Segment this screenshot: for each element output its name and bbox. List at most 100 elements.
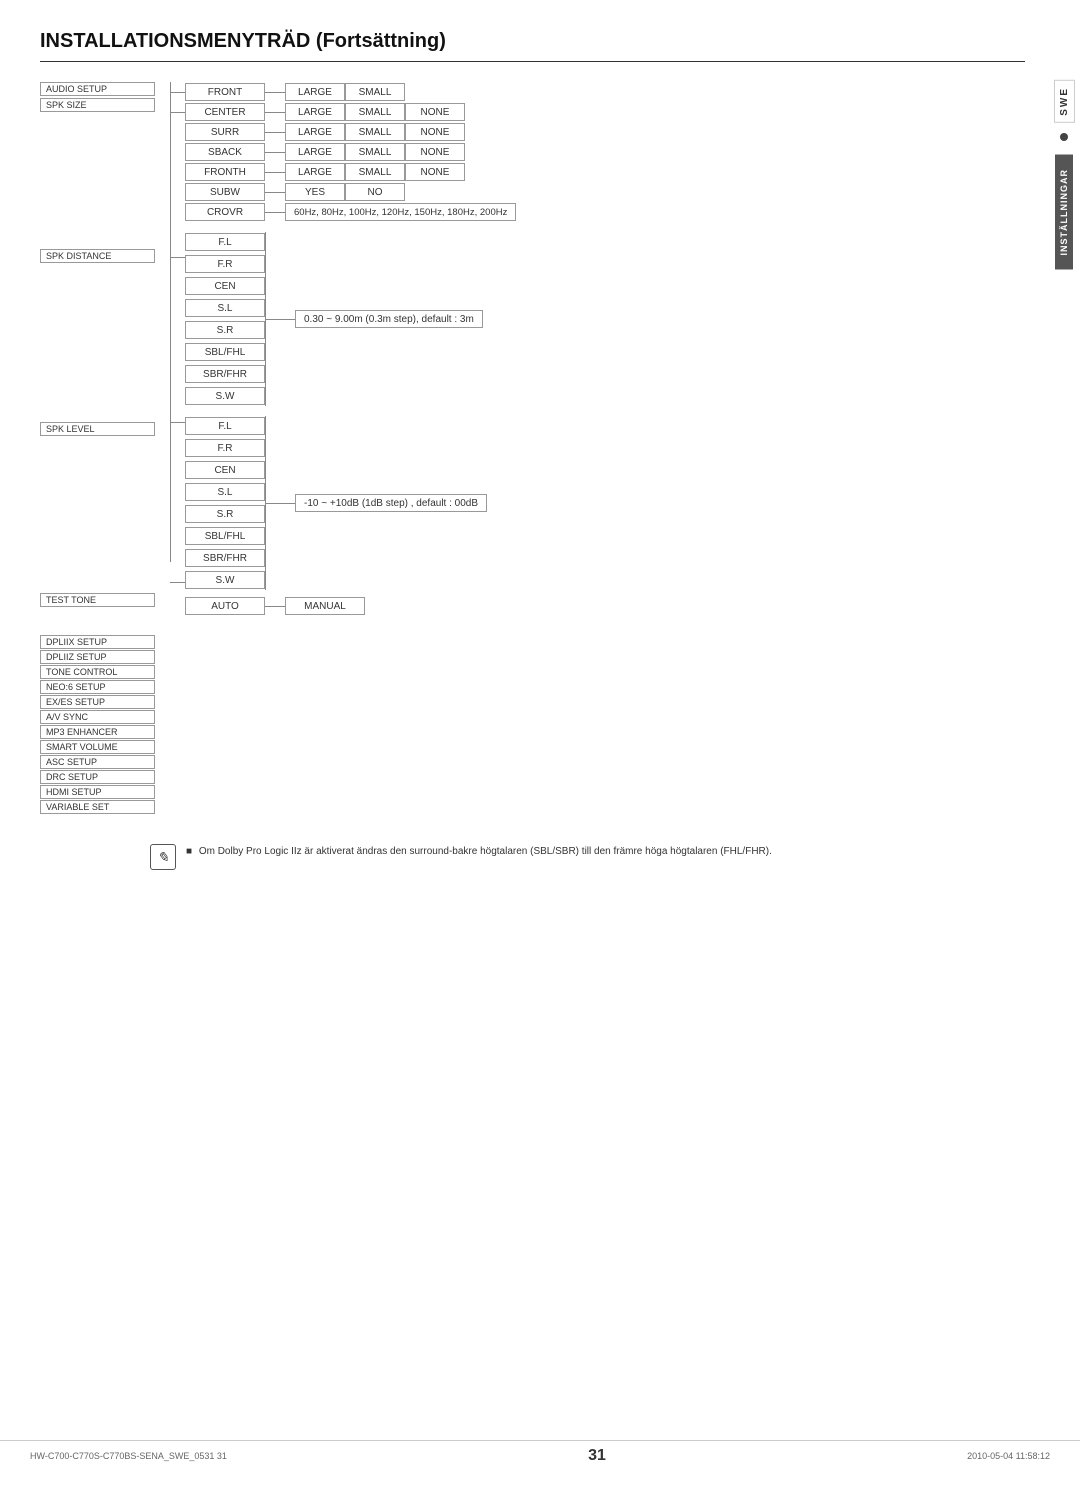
front-box: FRONT — [185, 83, 265, 101]
test-tone-label: TEST TONE — [40, 593, 155, 607]
level-sblfhl: SBL/FHL — [185, 527, 265, 545]
level-sl-row: S.L — [185, 482, 265, 502]
spk-distance-label: SPK DISTANCE — [40, 249, 155, 263]
level-sr: S.R — [185, 505, 265, 523]
sback-large: LARGE — [285, 143, 345, 161]
dist-connector — [265, 232, 295, 406]
front-large: LARGE — [285, 83, 345, 101]
spk-level-spacer — [40, 438, 155, 593]
audio-setup-label: AUDIO SETUP — [40, 82, 155, 96]
level-sr-row: S.R — [185, 504, 265, 524]
level-fl: F.L — [185, 417, 265, 435]
level-cen: CEN — [185, 461, 265, 479]
spk-size-spacer — [40, 114, 155, 249]
spk-size-label: SPK SIZE — [40, 98, 155, 112]
hdmi-label: HDMI SETUP — [40, 785, 155, 799]
dist-fr-row: F.R — [185, 254, 265, 274]
test-tone-spacer — [40, 609, 155, 631]
level-fr: F.R — [185, 439, 265, 457]
front-line1 — [265, 92, 285, 93]
front-small: SMALL — [345, 83, 405, 101]
dist-sl: S.L — [185, 299, 265, 317]
sback-line1 — [265, 152, 285, 153]
page-content: SWE INSTÄLLNINGAR INSTALLATIONSMENYTRÄD … — [0, 0, 1080, 1485]
tt-auto: AUTO — [185, 597, 265, 615]
level-connector — [265, 416, 295, 590]
footer-right: 2010-05-04 11:58:12 — [967, 1451, 1050, 1461]
dpliiz-label: DPLIIZ SETUP — [40, 650, 155, 664]
subw-row: SUBW YES NO — [185, 182, 1025, 202]
dist-range-wrap: 0.30 ~ 9.00m (0.3m step), default : 3m — [295, 232, 483, 406]
variable-set-label: VARIABLE SET — [40, 800, 155, 814]
pencil-symbol: ✎ — [157, 849, 169, 866]
subw-line1 — [265, 192, 285, 193]
dist-cen-row: CEN — [185, 276, 265, 296]
spk-distance-section: F.L F.R CEN S.L S.R — [185, 232, 1025, 406]
spk-level-inner: F.L F.R CEN S.L S.R — [185, 416, 1025, 590]
dist-sw: S.W — [185, 387, 265, 405]
dist-sblfhl: SBL/FHL — [185, 343, 265, 361]
level-sw-row: S.W — [185, 570, 265, 590]
dist-fl: F.L — [185, 233, 265, 251]
tone-control-label: TONE CONTROL — [40, 665, 155, 679]
crovr-options: 60Hz, 80Hz, 100Hz, 120Hz, 150Hz, 180Hz, … — [285, 203, 516, 221]
fronth-small: SMALL — [345, 163, 405, 181]
level-range: -10 ~ +10dB (1dB step) , default : 00dB — [295, 494, 487, 512]
smart-volume-label: SMART VOLUME — [40, 740, 155, 754]
test-tone-section: AUTO MANUAL — [185, 596, 1025, 616]
h-audio — [170, 92, 185, 93]
bottom-labels: DPLIIX SETUP DPLIIZ SETUP TONE CONTROL N… — [40, 635, 155, 814]
diagram-area: AUDIO SETUP SPK SIZE SPK DISTANCE SPK LE… — [40, 82, 1025, 814]
spk-level-sub-items: F.L F.R CEN S.L S.R — [185, 416, 265, 590]
dist-cen: CEN — [185, 277, 265, 295]
spk-size-section: FRONT LARGE SMALL CENTER LARGE SMALL NON… — [185, 82, 1025, 222]
level-range-wrap: -10 ~ +10dB (1dB step) , default : 00dB — [295, 416, 487, 590]
spk-distance-label-wrap: SPK DISTANCE — [40, 249, 155, 263]
h-spkdist — [170, 257, 185, 258]
mp3-label: MP3 ENHANCER — [40, 725, 155, 739]
swe-tab: SWE — [1054, 80, 1075, 123]
surr-large: LARGE — [285, 123, 345, 141]
note-text: Om Dolby Pro Logic IIz är aktiverat ändr… — [199, 846, 772, 857]
level-cen-row: CEN — [185, 460, 265, 480]
dist-sr-row: S.R — [185, 320, 265, 340]
spk-level-section: F.L F.R CEN S.L S.R — [185, 416, 1025, 590]
h-spksize — [170, 112, 185, 113]
fronth-box: FRONTH — [185, 163, 265, 181]
crovr-line1 — [265, 212, 285, 213]
page-footer: HW-C700-C770S-C770BS-SENA_SWE_0531 31 31… — [0, 1440, 1080, 1465]
dpliix-label: DPLIIX SETUP — [40, 635, 155, 649]
crovr-box: CROVR — [185, 203, 265, 221]
asc-label: ASC SETUP — [40, 755, 155, 769]
av-sync-label: A/V SYNC — [40, 710, 155, 724]
dist-hline-mid — [265, 319, 295, 320]
connector-area — [155, 82, 185, 814]
dist-sw-row: S.W — [185, 386, 265, 406]
level-sbrfhr: SBR/FHR — [185, 549, 265, 567]
spk-level-label-wrap: SPK LEVEL — [40, 422, 155, 436]
test-tone-label-wrap: TEST TONE — [40, 593, 155, 607]
fronth-line1 — [265, 172, 285, 173]
side-tab-area: SWE INSTÄLLNINGAR — [1048, 80, 1080, 269]
fronth-large: LARGE — [285, 163, 345, 181]
dist-range: 0.30 ~ 9.00m (0.3m step), default : 3m — [295, 310, 483, 328]
drc-label: DRC SETUP — [40, 770, 155, 784]
dist-sblfhl-row: SBL/FHL — [185, 342, 265, 362]
install-tab: INSTÄLLNINGAR — [1055, 155, 1073, 270]
level-sblfhl-row: SBL/FHL — [185, 526, 265, 546]
level-sw: S.W — [185, 571, 265, 589]
spk-dist-sub-items: F.L F.R CEN S.L S.R — [185, 232, 265, 406]
left-sidebar: AUDIO SETUP SPK SIZE SPK DISTANCE SPK LE… — [40, 82, 155, 814]
fronth-row: FRONTH LARGE SMALL NONE — [185, 162, 1025, 182]
surr-none: NONE — [405, 123, 465, 141]
level-hline-mid — [265, 503, 295, 504]
test-tone-row: AUTO MANUAL — [185, 596, 1025, 616]
sback-none: NONE — [405, 143, 465, 161]
page-number: 31 — [588, 1447, 606, 1465]
level-sbrfhr-row: SBR/FHR — [185, 548, 265, 568]
center-line1 — [265, 112, 285, 113]
dist-sbrfhr: SBR/FHR — [185, 365, 265, 383]
dist-sr: S.R — [185, 321, 265, 339]
center-large: LARGE — [285, 103, 345, 121]
page-title: INSTALLATIONSMENYTRÄD (Fortsättning) — [40, 30, 1025, 62]
